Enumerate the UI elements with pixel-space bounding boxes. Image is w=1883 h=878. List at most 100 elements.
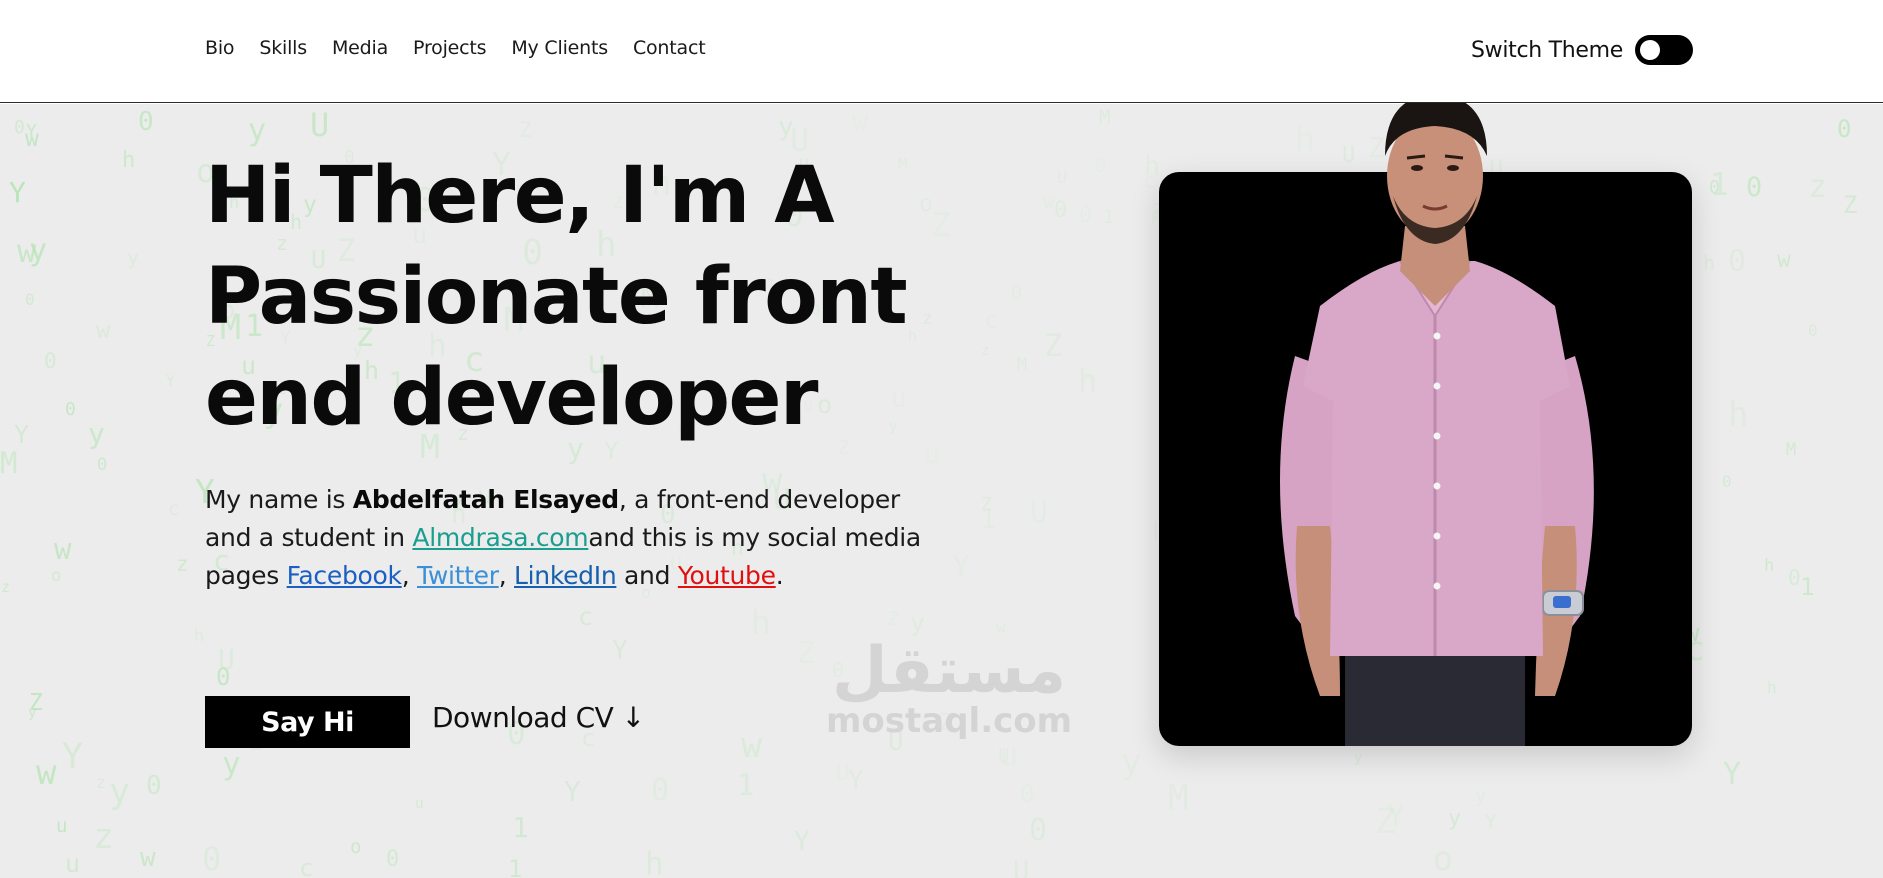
- matrix-glyph: 0: [65, 399, 76, 420]
- matrix-glyph: 0: [1709, 177, 1720, 198]
- matrix-glyph: 0: [1079, 203, 1093, 228]
- matrix-glyph: 0: [386, 847, 400, 872]
- matrix-glyph: Z: [29, 690, 43, 716]
- matrix-glyph: Y: [612, 636, 628, 666]
- matrix-glyph: 0: [1728, 244, 1747, 279]
- matrix-glyph: z: [93, 817, 115, 857]
- matrix-glyph: h: [1703, 251, 1716, 275]
- matrix-glyph: 0: [1837, 115, 1852, 143]
- nav-contact[interactable]: Contact: [633, 37, 706, 59]
- twitter-link[interactable]: Twitter: [417, 561, 499, 590]
- matrix-glyph: u: [415, 796, 424, 812]
- matrix-glyph: w: [1777, 247, 1791, 273]
- matrix-glyph: 0: [1095, 155, 1107, 177]
- matrix-glyph: M: [1099, 106, 1111, 128]
- facebook-link[interactable]: Facebook: [287, 561, 402, 590]
- nav-my-clients[interactable]: My Clients: [511, 37, 608, 59]
- matrix-glyph: y: [222, 746, 241, 782]
- matrix-glyph: y: [88, 417, 105, 450]
- matrix-glyph: h: [645, 846, 664, 878]
- matrix-glyph: z: [96, 773, 106, 792]
- matrix-glyph: w: [852, 106, 869, 137]
- matrix-glyph: U: [1057, 168, 1068, 188]
- nav-skills[interactable]: Skills: [259, 37, 307, 59]
- matrix-glyph: Y: [9, 176, 26, 209]
- matrix-glyph: 1: [980, 504, 997, 535]
- matrix-glyph: M: [0, 446, 18, 480]
- matrix-glyph: Z: [931, 205, 951, 244]
- matrix-glyph: h: [751, 603, 771, 642]
- matrix-glyph: y: [1121, 742, 1142, 782]
- theme-switch-label: Switch Theme: [1470, 37, 1623, 63]
- matrix-glyph: 1: [737, 768, 755, 802]
- matrix-glyph: y: [843, 679, 853, 697]
- watermark-latin: mostaql.com: [826, 701, 1073, 741]
- matrix-glyph: 0: [44, 349, 57, 373]
- bio-intro: My name is: [205, 485, 353, 514]
- bio-end: .: [775, 561, 784, 590]
- matrix-glyph: U: [836, 760, 850, 786]
- watermark-arabic: مستقل: [832, 634, 1067, 708]
- say-hi-button[interactable]: Say Hi: [205, 696, 410, 748]
- matrix-glyph: h: [122, 148, 136, 173]
- matrix-glyph: u: [56, 815, 68, 837]
- matrix-glyph: y: [127, 245, 140, 269]
- matrix-glyph: c: [299, 854, 314, 878]
- matrix-glyph: Y: [14, 420, 30, 449]
- matrix-glyph: 1: [512, 811, 529, 844]
- linkedin-link[interactable]: LinkedIn: [514, 561, 617, 590]
- matrix-glyph: 0: [1020, 780, 1035, 808]
- matrix-glyph: o: [1433, 839, 1453, 878]
- matrix-glyph: Z: [797, 636, 816, 671]
- matrix-glyph: 1: [1710, 167, 1729, 203]
- matrix-glyph: Y: [166, 372, 176, 390]
- almdrasa-link[interactable]: Almdrasa.com: [412, 523, 588, 552]
- matrix-glyph: y: [1475, 785, 1487, 807]
- mostaql-watermark: مستقل mostaql.com: [826, 639, 1072, 739]
- nav-bio[interactable]: Bio: [205, 37, 235, 59]
- matrix-glyph: Y: [26, 121, 37, 142]
- matrix-glyph: Y: [62, 737, 84, 777]
- matrix-glyph: Z: [519, 118, 532, 142]
- matrix-glyph: Z: [939, 710, 953, 736]
- nav-media[interactable]: Media: [332, 37, 388, 59]
- matrix-glyph: 0: [651, 773, 670, 808]
- matrix-glyph: Y: [1387, 799, 1405, 833]
- matrix-glyph: Y: [952, 550, 971, 585]
- matrix-glyph: Z: [1375, 802, 1397, 842]
- matrix-glyph: 1: [1800, 573, 1815, 601]
- matrix-glyph: Y: [848, 766, 864, 796]
- matrix-glyph: U: [998, 745, 1010, 767]
- matrix-glyph: Y: [1723, 757, 1742, 792]
- matrix-glyph: M: [1017, 355, 1028, 375]
- matrix-glyph: 0: [202, 840, 222, 878]
- matrix-glyph: y: [778, 112, 794, 142]
- matrix-glyph: w: [25, 126, 39, 152]
- matrix-glyph: c: [168, 498, 180, 520]
- theme-toggle-switch[interactable]: [1635, 35, 1693, 65]
- matrix-glyph: u: [999, 735, 1019, 773]
- matrix-glyph: h: [1767, 678, 1777, 697]
- matrix-glyph: 0: [1808, 321, 1818, 340]
- site-header: Bio Skills Media Projects My Clients Con…: [0, 0, 1883, 103]
- matrix-glyph: 0: [25, 290, 35, 309]
- matrix-glyph: Y: [1485, 811, 1497, 833]
- matrix-glyph: 0: [138, 107, 154, 137]
- theme-switch: Switch Theme: [1471, 35, 1693, 65]
- matrix-glyph: h: [1764, 556, 1775, 576]
- matrix-glyph: 0: [1722, 472, 1732, 491]
- matrix-glyph: 0: [97, 455, 108, 475]
- matrix-glyph: U: [888, 727, 904, 757]
- matrix-glyph: h: [1144, 151, 1161, 182]
- hero-headline: Hi There, I'm A Passionate front end dev…: [205, 151, 908, 443]
- bio-separator: ,: [498, 561, 514, 590]
- toggle-knob: [1640, 40, 1660, 60]
- youtube-link[interactable]: Youtube: [678, 561, 776, 590]
- matrix-glyph: Z: [1044, 328, 1063, 364]
- matrix-glyph: M: [1786, 440, 1797, 460]
- nav-projects[interactable]: Projects: [413, 37, 487, 59]
- matrix-glyph: w: [36, 753, 57, 793]
- download-cv-button[interactable]: Download CV ↓: [432, 701, 645, 734]
- matrix-glyph: y: [910, 608, 926, 637]
- matrix-glyph: u: [924, 440, 940, 470]
